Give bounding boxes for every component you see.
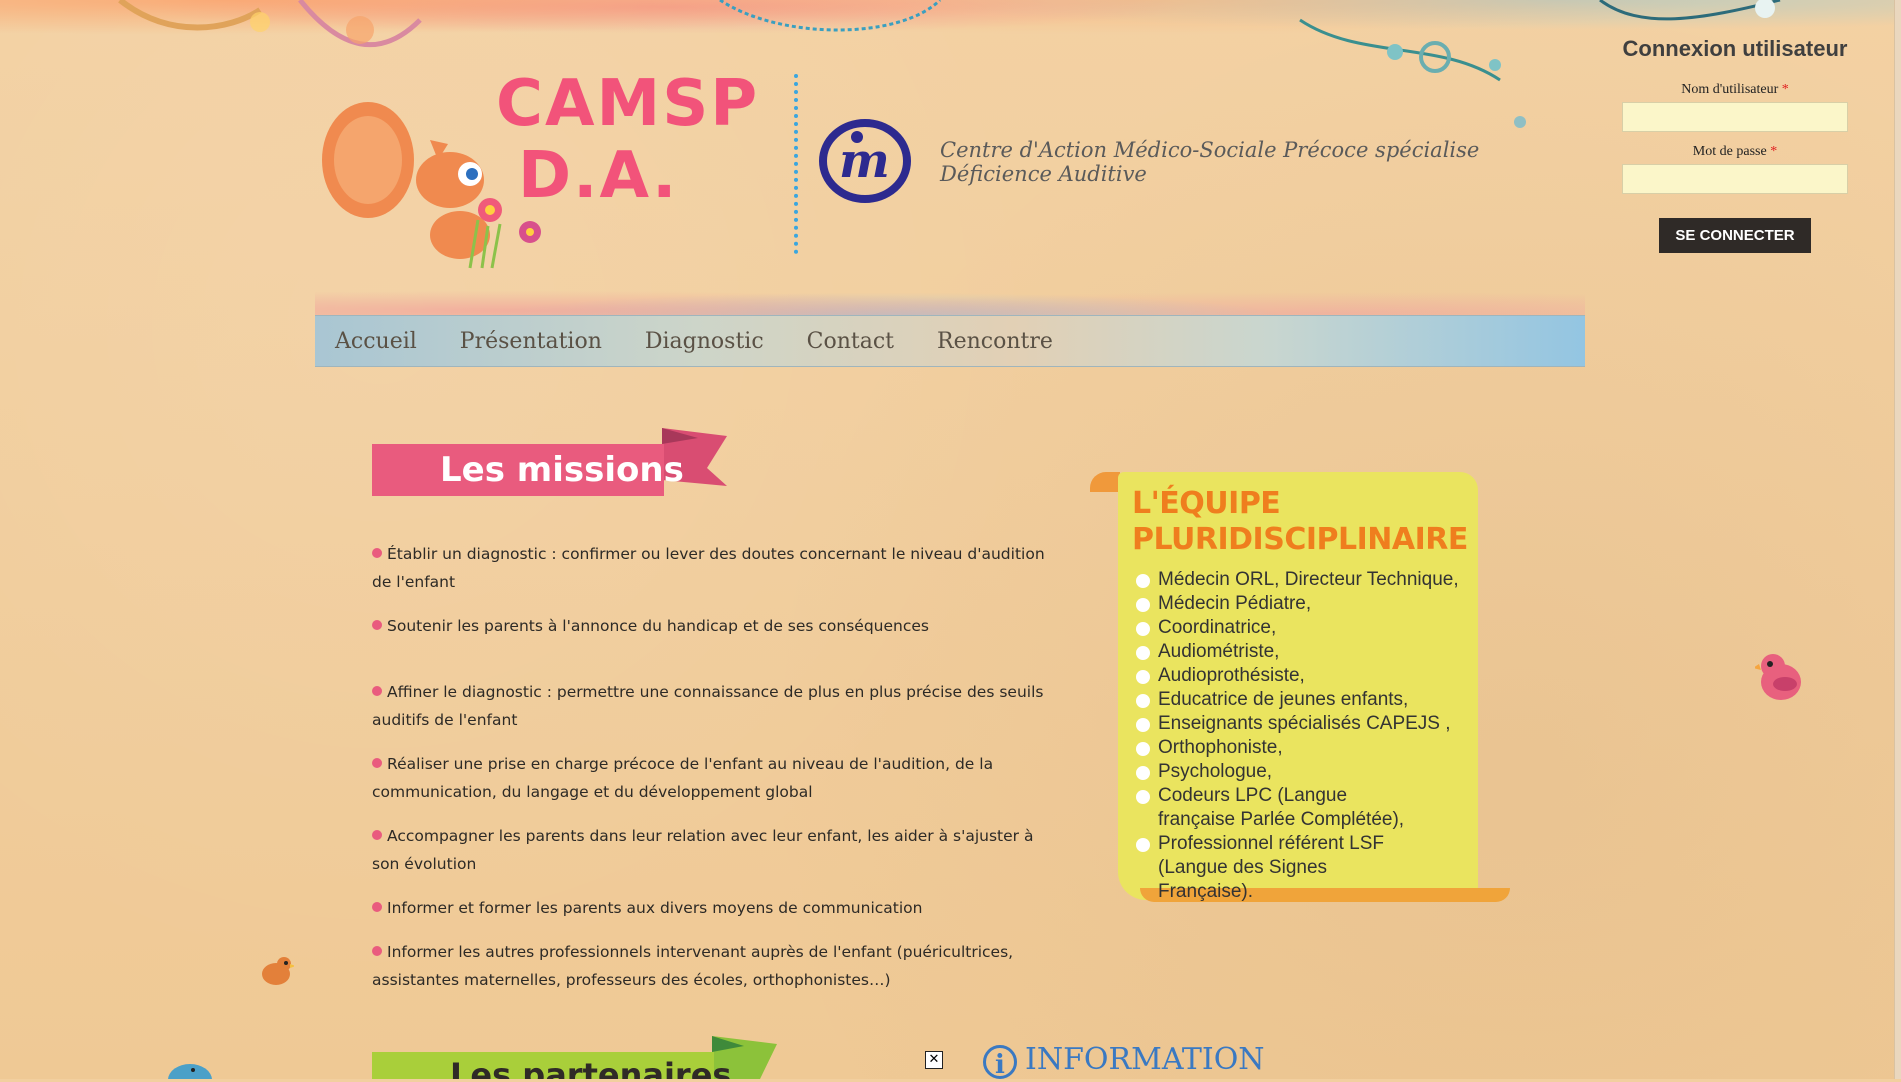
logo-separator xyxy=(794,74,798,254)
member-text: Médecin Pédiatre, xyxy=(1158,593,1312,614)
logo-line-2: D.A. xyxy=(518,139,679,213)
orange-bird-icon xyxy=(262,957,294,985)
password-label: Mot de passe * xyxy=(1615,144,1855,160)
member-text: Audiométriste, xyxy=(1158,641,1280,662)
partenaires-banner: Les partenaires xyxy=(372,1036,777,1079)
information-title: INFORMATION xyxy=(1025,1042,1265,1077)
nav-item-contact[interactable]: Contact xyxy=(807,329,894,354)
list-item: Professionnel référent LSF (Langue des S… xyxy=(1136,832,1398,904)
bullet-icon xyxy=(372,830,382,840)
equipe-members: Médecin ORL, Directeur Technique, Médeci… xyxy=(1136,568,1459,904)
mission-text: Établir un diagnostic : confirmer ou lev… xyxy=(372,545,1045,591)
scrollbar-track[interactable] xyxy=(1894,0,1901,1079)
member-text: Codeurs LPC (Langue française Parlée Com… xyxy=(1158,785,1405,830)
card-tab xyxy=(1090,472,1120,492)
missions-title: Les missions xyxy=(440,450,684,490)
list-item: Codeurs LPC (Langue française Parlée Com… xyxy=(1136,784,1418,832)
list-item: Réaliser une prise en charge précoce de … xyxy=(372,750,1052,806)
bullet-icon xyxy=(1136,598,1150,612)
nav-item-diagnostic[interactable]: Diagnostic xyxy=(645,329,764,354)
username-label-text: Nom d'utilisateur xyxy=(1681,82,1779,97)
list-item: Informer et former les parents aux diver… xyxy=(372,894,1052,922)
svg-text:m: m xyxy=(839,133,890,189)
list-item: Enseignants spécialisés CAPEJS , xyxy=(1136,712,1459,736)
nav-item-presentation[interactable]: Présentation xyxy=(460,329,602,354)
im-partner-logo-icon: m xyxy=(819,119,911,203)
nav-decoration xyxy=(315,275,1585,320)
mission-text: Soutenir les parents à l'annonce du hand… xyxy=(387,617,929,635)
logo-text: CAMSP D.A. xyxy=(496,68,759,212)
member-text: Coordinatrice, xyxy=(1158,617,1277,638)
mission-text: Informer les autres professionnels inter… xyxy=(372,943,1014,989)
equipe-title-line-1: L'ÉQUIPE xyxy=(1132,486,1281,521)
member-text: Orthophoniste, xyxy=(1158,737,1283,758)
member-text: Educatrice de jeunes enfants, xyxy=(1158,689,1409,710)
required-mark: * xyxy=(1781,82,1789,97)
login-title: Connexion utilisateur xyxy=(1622,36,1848,61)
login-button[interactable]: SE CONNECTER xyxy=(1659,218,1811,253)
nav-item-accueil[interactable]: Accueil xyxy=(335,329,417,354)
list-item: Coordinatrice, xyxy=(1136,616,1459,640)
bullet-icon xyxy=(372,758,382,768)
bullet-icon xyxy=(1136,790,1150,804)
member-text: Médecin ORL, Directeur Technique, xyxy=(1158,569,1459,590)
bullet-icon xyxy=(1136,718,1150,732)
bullet-icon xyxy=(372,686,382,696)
list-item: Audiométriste, xyxy=(1136,640,1459,664)
list-item: Établir un diagnostic : confirmer ou lev… xyxy=(372,540,1052,596)
logo-line-1: CAMSP xyxy=(496,67,760,141)
bullet-icon xyxy=(1136,622,1150,636)
site-tagline: Centre d'Action Médico-Sociale Précoce s… xyxy=(940,138,1480,186)
partenaires-title: Les partenaires xyxy=(450,1056,732,1079)
password-label-text: Mot de passe xyxy=(1692,144,1767,159)
member-text: Professionnel référent LSF (Langue des S… xyxy=(1158,833,1385,902)
blue-bird-icon xyxy=(168,1064,212,1079)
mission-text: Informer et former les parents aux diver… xyxy=(387,899,923,917)
site-logo[interactable]: CAMSP D.A. xyxy=(310,60,798,269)
required-mark: * xyxy=(1770,144,1778,159)
bullet-icon xyxy=(1136,694,1150,708)
bullet-icon xyxy=(372,620,382,630)
bullet-icon xyxy=(372,548,382,558)
list-item: Educatrice de jeunes enfants, xyxy=(1136,688,1459,712)
list-item: Psychologue, xyxy=(1136,760,1459,784)
list-item: Médecin Pédiatre, xyxy=(1136,592,1459,616)
bullet-icon xyxy=(1136,646,1150,660)
bullet-icon xyxy=(1136,742,1150,756)
bullet-icon xyxy=(1136,838,1150,852)
username-label: Nom d'utilisateur * xyxy=(1615,82,1855,98)
bullet-icon xyxy=(1136,670,1150,684)
password-input[interactable] xyxy=(1622,164,1848,194)
member-text: Enseignants spécialisés CAPEJS , xyxy=(1158,713,1451,734)
list-item: Audioprothésiste, xyxy=(1136,664,1459,688)
missions-banner: Les missions xyxy=(372,428,727,498)
username-input[interactable] xyxy=(1622,102,1848,132)
bullet-icon xyxy=(1136,574,1150,588)
list-item: Accompagner les parents dans leur relati… xyxy=(372,822,1052,878)
mission-text: Réaliser une prise en charge précoce de … xyxy=(372,755,994,801)
mission-text: Affiner le diagnostic : permettre une co… xyxy=(372,683,1044,729)
bullet-icon xyxy=(372,946,382,956)
information-heading: i INFORMATION xyxy=(983,1042,1265,1080)
pink-bird-icon xyxy=(1755,654,1801,700)
login-panel: Connexion utilisateur Nom d'utilisateur … xyxy=(1615,30,1855,253)
list-item: Affiner le diagnostic : permettre une co… xyxy=(372,678,1052,734)
equipe-title-line-2: PLURIDISCIPLINAIRE xyxy=(1132,522,1468,557)
missions-list: Établir un diagnostic : confirmer ou lev… xyxy=(372,540,1052,1010)
list-item: Soutenir les parents à l'annonce du hand… xyxy=(372,612,1052,640)
list-item: Orthophoniste, xyxy=(1136,736,1459,760)
list-item: Informer les autres professionnels inter… xyxy=(372,938,1052,994)
bullet-icon xyxy=(1136,766,1150,780)
list-item: Médecin ORL, Directeur Technique, xyxy=(1136,568,1459,592)
bullet-icon xyxy=(372,902,382,912)
mission-text: Accompagner les parents dans leur relati… xyxy=(372,827,1034,873)
nav-item-rencontre[interactable]: Rencontre xyxy=(937,329,1053,354)
main-navigation: Accueil Présentation Diagnostic Contact … xyxy=(315,315,1585,367)
equipe-title: L'ÉQUIPE PLURIDISCIPLINAIRE xyxy=(1132,486,1468,558)
close-icon[interactable]: ✕ xyxy=(925,1051,943,1069)
member-text: Audioprothésiste, xyxy=(1158,665,1305,686)
member-text: Psychologue, xyxy=(1158,761,1273,782)
equipe-card: L'ÉQUIPE PLURIDISCIPLINAIRE Médecin ORL,… xyxy=(1090,472,1510,904)
info-icon: i xyxy=(983,1045,1017,1080)
